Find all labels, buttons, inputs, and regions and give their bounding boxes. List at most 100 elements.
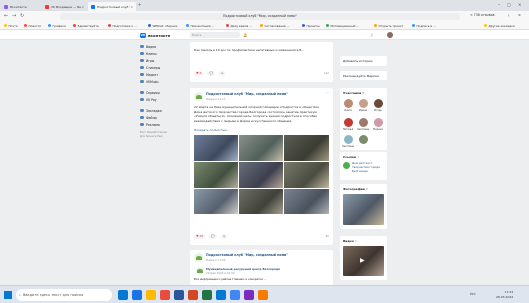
reload-icon[interactable]: ↻ xyxy=(20,13,24,19)
links-title[interactable]: Ссылки 1 xyxy=(343,155,359,159)
bookmark-item[interactable]: Проекты xyxy=(302,23,320,28)
member-item[interactable] xyxy=(357,135,369,145)
post-photo[interactable] xyxy=(194,135,238,161)
bookmark-item[interactable]: Подготовка к ... xyxy=(108,23,137,28)
recommend-link[interactable]: Рекомендуйте Марина xyxy=(343,74,379,78)
bookmark-item[interactable]: Презентация ... xyxy=(186,23,214,28)
member-item[interactable]: Ольга xyxy=(342,99,354,112)
member-item[interactable]: Светлана xyxy=(342,135,354,148)
post-author[interactable]: Подростковый клуб "Мир, созданный нами" xyxy=(206,253,288,257)
powerpoint-icon[interactable] xyxy=(188,290,198,300)
explorer-icon[interactable] xyxy=(146,290,156,300)
clock[interactable]: 17:23 28.03.2024 xyxy=(496,290,513,299)
forward-icon[interactable]: → xyxy=(12,13,16,19)
menu-item-ads[interactable]: Реклама xyxy=(140,121,185,128)
comment-button[interactable]: 💬 xyxy=(209,233,217,239)
post-photo[interactable] xyxy=(284,162,329,188)
reviews-badge[interactable]: < 738 отзывов xyxy=(470,13,495,17)
menu-icon[interactable]: ≡ xyxy=(518,13,521,17)
close-icon[interactable]: × xyxy=(81,5,84,9)
menu-item-stickers[interactable]: Стикеры xyxy=(140,64,185,71)
menu-item-vkpay[interactable]: VK Pay xyxy=(140,96,185,103)
post-author[interactable]: Подростковый клуб "Мир, созданный нами" xyxy=(206,92,288,96)
bell-icon[interactable]: 🔔 xyxy=(243,33,247,37)
member-item[interactable]: Наталья xyxy=(342,118,354,131)
add-story-card[interactable]: Добавить историю xyxy=(340,56,387,66)
bookmark-item[interactable]: Делу время ... xyxy=(226,23,252,28)
post-photo[interactable] xyxy=(239,189,283,214)
taskbar-search-input[interactable]: ⌕ Введите здесь текст для поиска xyxy=(16,289,112,301)
share-button[interactable]: ↪ xyxy=(219,70,226,76)
menu-item-bookmarks[interactable]: Закладки xyxy=(140,107,185,114)
browser-tab-1[interactable]: Вконтакте xyxy=(1,2,41,11)
yandex-browser-icon[interactable] xyxy=(160,290,170,300)
bookmark-item[interactable]: Новости xyxy=(24,23,41,28)
member-item[interactable]: Ирина xyxy=(357,99,369,112)
browser-tab-3[interactable]: Подростковый клуб "Мир, созданный нами" … xyxy=(88,2,136,11)
show-more-link[interactable]: Показать полностью... xyxy=(194,128,328,133)
like-button[interactable]: ♥ 20 xyxy=(194,233,206,239)
club-logo[interactable] xyxy=(194,92,203,101)
post-photo[interactable] xyxy=(194,162,238,188)
add-story-button[interactable]: Добавить историю xyxy=(343,59,373,63)
menu-item-clips[interactable]: Клипы xyxy=(140,50,185,57)
play-icon[interactable]: ▶ xyxy=(360,257,365,264)
repost-logo[interactable] xyxy=(196,267,203,274)
music-icon[interactable]: ♫ xyxy=(370,33,373,37)
bookmark-item[interactable]: WPPost: сборник xyxy=(148,23,178,28)
windows-start-icon[interactable] xyxy=(4,291,12,299)
member-item[interactable]: Светлана xyxy=(357,118,369,131)
post-photo[interactable] xyxy=(284,135,329,161)
member-item[interactable]: Марина xyxy=(372,118,384,131)
mail-icon[interactable] xyxy=(216,290,226,300)
menu-item-files[interactable]: Файлы xyxy=(140,114,185,121)
club-logo[interactable] xyxy=(194,253,203,262)
member-item[interactable]: Игорь xyxy=(372,99,384,112)
members-title[interactable]: Участники 8 xyxy=(343,91,364,95)
album-cover[interactable] xyxy=(343,194,384,225)
close-window-icon[interactable]: × xyxy=(518,2,521,7)
bookmark-item[interactable]: Мотивационный ... xyxy=(326,23,359,28)
post-photo[interactable] xyxy=(284,189,329,214)
close-icon[interactable]: × xyxy=(130,5,133,9)
menu-item-vkmusic[interactable]: VKMusic xyxy=(140,78,185,85)
bookmark-item[interactable]: Почта xyxy=(4,23,18,28)
bookmark-item[interactable]: Открыть проект xyxy=(374,23,403,28)
word-icon[interactable] xyxy=(174,290,184,300)
viber-icon[interactable] xyxy=(244,290,254,300)
bookmark-item[interactable]: Здравствуйте xyxy=(73,23,99,28)
chrome-icon[interactable] xyxy=(230,290,240,300)
download-icon[interactable]: ⤓ xyxy=(508,13,509,17)
share-button[interactable]: ↪ xyxy=(220,233,228,239)
comment-button[interactable]: 💬 xyxy=(207,70,216,76)
video-title[interactable]: Видео 1 xyxy=(343,239,357,243)
menu-item-market[interactable]: Маркет xyxy=(140,71,185,78)
bookmark-item[interactable]: Согласование ... xyxy=(260,23,289,28)
maximize-icon[interactable]: □ xyxy=(507,2,511,7)
task-view-icon[interactable] xyxy=(118,290,128,300)
bookmark-item[interactable]: Графики xyxy=(48,23,66,28)
minimize-icon[interactable]: – xyxy=(498,2,500,7)
bookmark-item[interactable]: Другие закладки xyxy=(484,23,515,28)
back-icon[interactable]: ← xyxy=(4,13,8,19)
browser-app-icon[interactable] xyxy=(132,290,142,300)
url-field[interactable]: Подростковый клуб "Мир, созданный нами" xyxy=(60,12,460,20)
like-button[interactable]: ♥ 6 xyxy=(194,70,204,76)
post-photo[interactable] xyxy=(239,135,283,161)
menu-item-video[interactable]: Видео xyxy=(140,43,185,50)
browser-tab-2[interactable]: VK Входящие — Яндекс.Почта × xyxy=(42,2,87,11)
menu-item-games[interactable]: Игры xyxy=(140,57,185,64)
avatar[interactable] xyxy=(387,32,393,38)
menu-item-services[interactable]: Сервисы xyxy=(140,89,185,96)
post-date[interactable]: Вчера в 12:17 xyxy=(206,97,225,101)
app-icon[interactable] xyxy=(258,290,268,300)
post-date[interactable]: Вчера в 17:00 xyxy=(206,258,225,262)
link-item[interactable]: Дом детского творчества города Белгорода xyxy=(352,161,385,173)
recommend-card[interactable]: Рекомендуйте Марина xyxy=(340,71,387,80)
more-icon[interactable]: ··· xyxy=(326,91,329,95)
excel-icon[interactable] xyxy=(202,290,212,300)
new-tab-icon[interactable]: + xyxy=(138,2,141,7)
post-photo[interactable] xyxy=(194,189,238,214)
post-photo[interactable] xyxy=(239,162,283,188)
bookmark-item[interactable]: Подпись в ... xyxy=(412,23,436,28)
